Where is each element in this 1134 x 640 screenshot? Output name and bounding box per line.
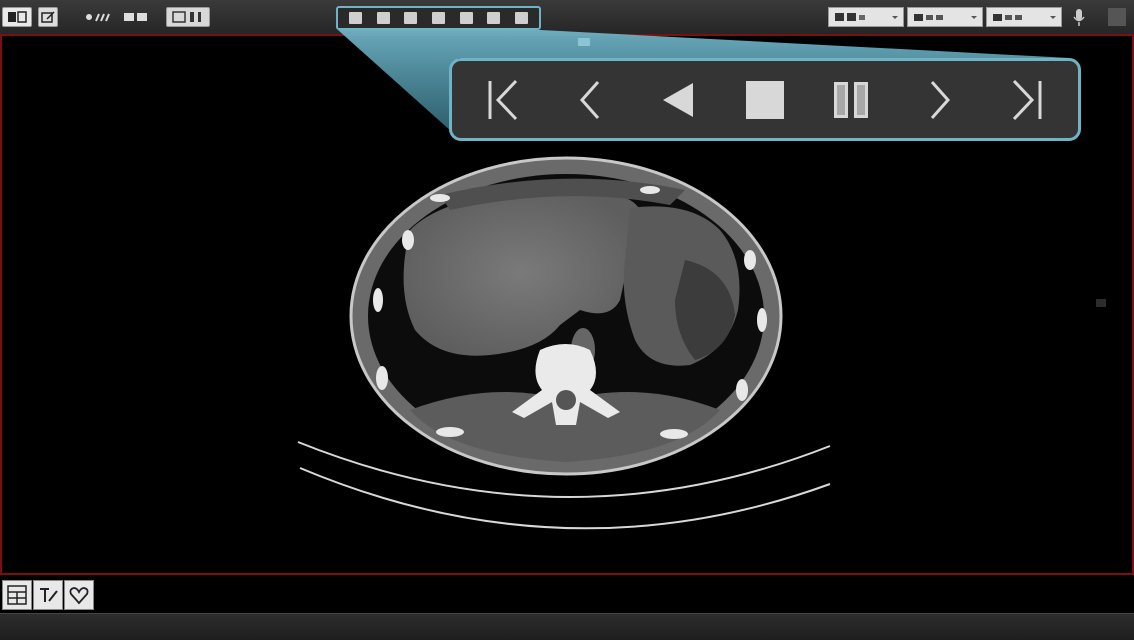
window-preset-dropdown[interactable] (907, 7, 983, 27)
top-toolbar (0, 0, 1134, 36)
rib (736, 379, 748, 401)
ct-axial-image[interactable] (290, 150, 850, 570)
cine-strip-pause-icon (459, 12, 473, 24)
grid-layout-button[interactable] (2, 580, 32, 610)
pause-icon (834, 81, 868, 118)
annotation-tools-icon (124, 13, 147, 21)
annotation-tools-button[interactable] (122, 9, 152, 23)
play-reverse-icon (663, 82, 693, 117)
heart-icon (69, 587, 89, 605)
rib (640, 186, 660, 194)
next-frame-button[interactable] (917, 78, 961, 122)
microphone-button[interactable] (1071, 7, 1087, 27)
previous-frame-icon (579, 80, 600, 119)
edit-icon (41, 11, 55, 23)
bottom-toolbar (0, 573, 1134, 613)
first-frame-button[interactable] (482, 78, 526, 122)
window-control[interactable] (1108, 8, 1126, 26)
cine-strip-first-icon (349, 12, 363, 24)
cine-strip-last-icon (514, 12, 528, 24)
orientation-marker (1096, 299, 1106, 307)
rib (660, 429, 688, 439)
table-line (299, 467, 831, 530)
pause-button[interactable] (830, 78, 874, 122)
tool-select-icon (993, 14, 1022, 21)
annotate-button[interactable] (33, 580, 63, 610)
measure-tools-button[interactable] (84, 9, 116, 23)
cine-strip-stop-icon (431, 12, 445, 24)
annotate-icon (40, 588, 58, 602)
cine-controls-strip[interactable] (336, 6, 541, 30)
edit-button[interactable] (38, 7, 58, 27)
rib (436, 427, 464, 437)
cine-strip-prev-icon (376, 12, 390, 24)
last-frame-icon (1012, 79, 1042, 120)
viewer-mode-icon (8, 11, 27, 23)
viewer-mode-button[interactable] (2, 7, 32, 27)
previous-frame-button[interactable] (569, 78, 613, 122)
first-frame-icon (488, 79, 518, 120)
microphone-icon (1073, 9, 1085, 26)
window-preset-icon (914, 14, 943, 21)
rib (757, 308, 767, 332)
cine-strip-reverse-icon (404, 12, 418, 24)
cine-strip-next-icon (487, 12, 501, 24)
stop-button[interactable] (743, 78, 787, 122)
stop-icon (746, 80, 784, 119)
next-frame-icon (930, 80, 951, 119)
measure-tools-icon (86, 13, 110, 22)
spinal-canal (556, 390, 576, 410)
layout-button[interactable] (166, 7, 210, 27)
rib (430, 194, 450, 202)
rib (376, 366, 388, 390)
cine-controls-panel (449, 58, 1081, 141)
series-select-icon (835, 13, 865, 21)
play-reverse-button[interactable] (656, 78, 700, 122)
heart-button[interactable] (64, 580, 94, 610)
tool-select-dropdown[interactable] (986, 7, 1062, 27)
last-frame-button[interactable] (1004, 78, 1048, 122)
rib (373, 288, 383, 312)
rib (744, 250, 756, 270)
layout-icon (172, 11, 201, 23)
status-bar (0, 613, 1134, 640)
series-select-dropdown[interactable] (828, 7, 904, 27)
rib (402, 230, 414, 250)
grid-layout-icon (7, 585, 27, 605)
